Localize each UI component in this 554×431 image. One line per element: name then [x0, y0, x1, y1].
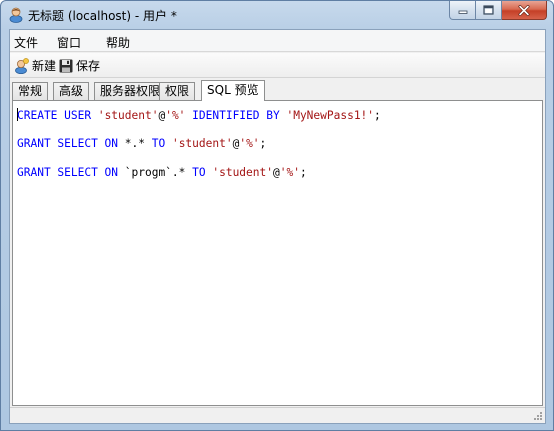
tab-strip: 常规 高级 服务器权限 权限 SQL 预览: [10, 80, 545, 101]
sql-text: ;: [259, 137, 267, 150]
sql-text: @: [272, 166, 280, 179]
new-button-label: 新建: [32, 59, 57, 73]
sql-string: 'student': [171, 137, 233, 150]
sql-keyword: TO: [151, 137, 172, 150]
sql-string: '%': [239, 137, 260, 150]
tab-advanced[interactable]: 高级: [53, 82, 90, 100]
close-button[interactable]: [502, 1, 547, 20]
sql-text: *.*: [124, 137, 152, 150]
sql-string: '%': [279, 166, 300, 179]
save-button[interactable]: 保存: [59, 56, 100, 75]
menu-file[interactable]: 文件: [14, 34, 38, 51]
maximize-button[interactable]: [476, 1, 502, 20]
sql-line: CREATE USER 'student'@'%' IDENTIFIED BY …: [17, 108, 381, 122]
close-icon: [518, 4, 530, 16]
maximize-icon: [483, 5, 494, 15]
title-bar[interactable]: 无标题 (localhost) - 用户 *: [1, 1, 553, 29]
tab-sql-preview[interactable]: SQL 预览: [201, 80, 265, 101]
new-button[interactable]: 新建: [14, 56, 56, 75]
user-icon: [9, 7, 23, 23]
sql-string: 'student': [212, 166, 273, 179]
menu-help[interactable]: 帮助: [106, 34, 130, 51]
new-user-icon: [15, 57, 29, 74]
sql-text: `progm`.*: [124, 166, 193, 179]
sql-line: GRANT SELECT ON *.* TO 'student'@'%';: [17, 137, 266, 150]
sql-preview-editor[interactable]: CREATE USER 'student'@'%' IDENTIFIED BY …: [12, 100, 543, 406]
window-controls: [449, 1, 547, 21]
minimize-icon: [458, 10, 467, 14]
client-area: 文件 窗口 帮助 新建 保存 常规 高级 服务器权限 权限 SQL 预览 CRE…: [9, 29, 546, 424]
menu-window[interactable]: 窗口: [57, 34, 81, 51]
sql-keyword: IDENTIFIED BY: [185, 109, 287, 122]
save-button-label: 保存: [76, 59, 101, 73]
sql-text: ;: [299, 166, 307, 179]
sql-string: '%': [165, 109, 186, 122]
sql-text: ;: [374, 109, 381, 122]
sql-keyword: TO: [192, 166, 213, 179]
menu-bar: 文件 窗口 帮助: [10, 30, 545, 52]
sql-string: 'student': [97, 109, 159, 122]
sql-keyword: GRANT SELECT ON: [17, 137, 125, 150]
sql-line: GRANT SELECT ON `progm`.* TO 'student'@'…: [17, 166, 307, 179]
sql-keyword: GRANT SELECT ON: [17, 166, 125, 179]
tab-general[interactable]: 常规: [12, 82, 49, 100]
tab-server-privileges[interactable]: 服务器权限: [94, 82, 167, 100]
tab-privileges[interactable]: 权限: [159, 82, 196, 100]
floppy-disk-icon: [59, 59, 73, 72]
app-window: 无标题 (localhost) - 用户 * 文件 窗口 帮助 新建 保存 常规…: [0, 0, 554, 431]
status-bar: [10, 407, 545, 423]
window-title: 无标题 (localhost) - 用户 *: [28, 9, 177, 23]
toolbar: 新建 保存: [10, 53, 545, 78]
resize-grip-icon[interactable]: [532, 410, 543, 421]
sql-string: 'MyNewPass1!': [286, 109, 375, 122]
minimize-button[interactable]: [449, 1, 476, 20]
sql-keyword: CREATE USER: [17, 109, 98, 122]
